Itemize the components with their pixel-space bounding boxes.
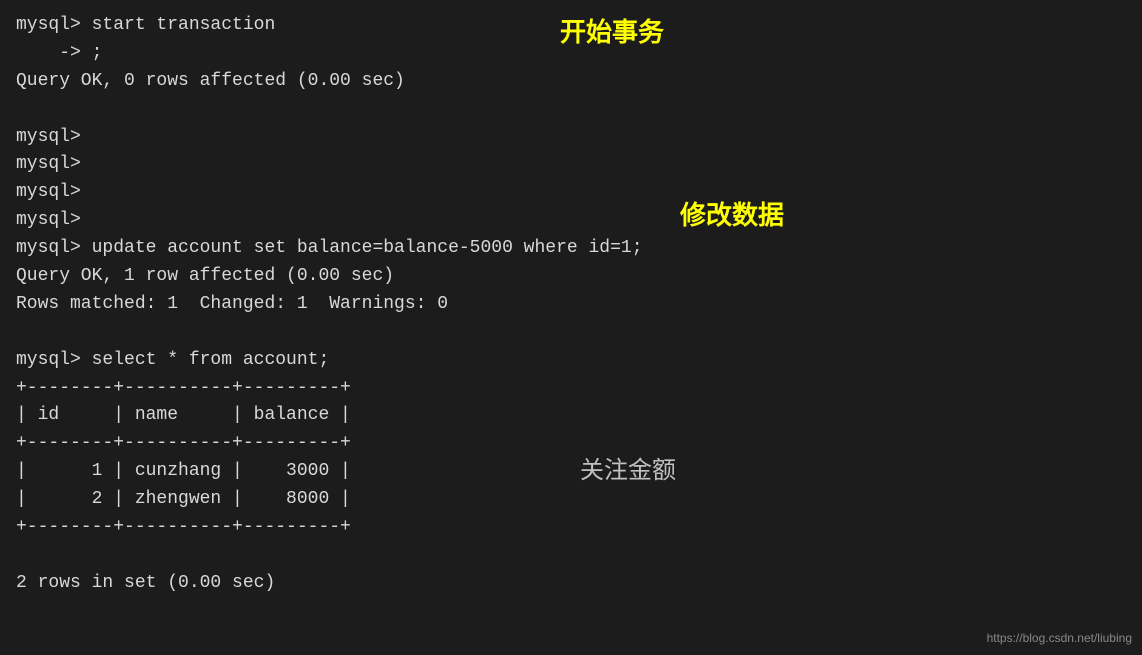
terminal-line-4 <box>16 96 1126 124</box>
terminal-line-6: mysql> <box>16 151 1126 179</box>
terminal-line-18: | 2 | zhengwen | 8000 | <box>16 486 1126 514</box>
terminal-line-21: 2 rows in set (0.00 sec) <box>16 570 1126 598</box>
terminal-line-20 <box>16 542 1126 570</box>
terminal-line-13: mysql> select * from account; <box>16 347 1126 375</box>
terminal-line-11: Rows matched: 1 Changed: 1 Warnings: 0 <box>16 291 1126 319</box>
terminal-line-19: +--------+----------+---------+ <box>16 514 1126 542</box>
terminal-line-7: mysql> <box>16 179 1126 207</box>
terminal-line-9: mysql> update account set balance=balanc… <box>16 235 1126 263</box>
terminal-window: mysql> start transaction -> ; Query OK, … <box>0 0 1142 655</box>
watermark: https://blog.csdn.net/liubing <box>987 631 1132 645</box>
terminal-line-17: | 1 | cunzhang | 3000 | <box>16 458 1126 486</box>
terminal-line-8: mysql> <box>16 207 1126 235</box>
annotation-modify-data: 修改数据 <box>680 195 784 232</box>
terminal-line-12 <box>16 319 1126 347</box>
terminal-line-10: Query OK, 1 row affected (0.00 sec) <box>16 263 1126 291</box>
terminal-line-14: +--------+----------+---------+ <box>16 375 1126 403</box>
terminal-line-5: mysql> <box>16 124 1126 152</box>
annotation-focus-amount: 关注金额 <box>580 450 676 485</box>
terminal-line-3: Query OK, 0 rows affected (0.00 sec) <box>16 68 1126 96</box>
annotation-start-transaction: 开始事务 <box>560 12 664 49</box>
terminal-line-16: +--------+----------+---------+ <box>16 430 1126 458</box>
terminal-line-15: | id | name | balance | <box>16 402 1126 430</box>
